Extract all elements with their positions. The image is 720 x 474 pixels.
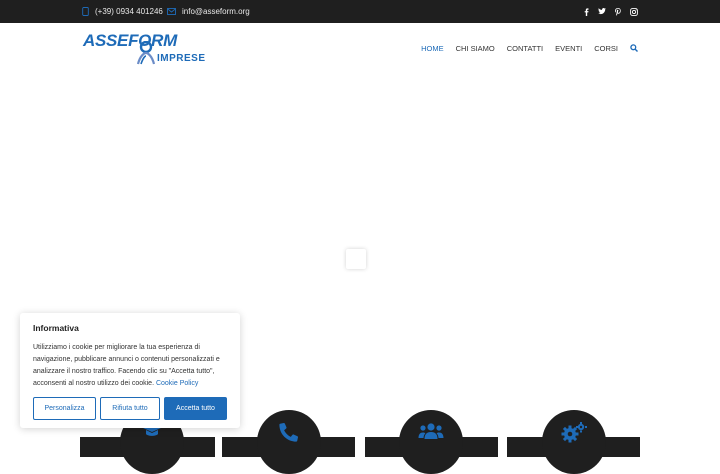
email-address: info@asseform.org <box>182 7 250 16</box>
graduation-cap-icon <box>141 422 163 474</box>
twitter-icon[interactable] <box>598 8 606 16</box>
site-header: ASSEFORM IMPRESE HOME CHI SIAMO CONTATTI… <box>0 23 720 73</box>
envelope-icon <box>167 8 176 15</box>
nav-item-home[interactable]: HOME <box>421 44 444 53</box>
search-icon[interactable] <box>630 44 638 52</box>
cookie-title: Informativa <box>33 323 79 333</box>
logo-mark-icon <box>136 41 156 65</box>
phone-contact[interactable]: (+39) 0934 401246 <box>82 0 163 23</box>
feature-circle-4 <box>542 410 606 474</box>
page-loader <box>346 249 366 269</box>
social-links <box>582 0 638 23</box>
cookie-text: Utilizziamo i cookie per migliorare la t… <box>33 342 228 390</box>
instagram-icon[interactable] <box>630 7 638 16</box>
accept-all-button[interactable]: Accetta tutto <box>164 397 227 420</box>
cogs-icon <box>561 422 587 474</box>
site-logo[interactable]: ASSEFORM IMPRESE <box>83 31 213 67</box>
logo-subtitle: IMPRESE <box>157 53 206 64</box>
nav-item-corsi[interactable]: CORSI <box>594 44 618 53</box>
feature-circle-3 <box>399 410 463 474</box>
users-icon <box>418 422 444 474</box>
nav-item-chi-siamo[interactable]: CHI SIAMO <box>456 44 495 53</box>
facebook-icon[interactable] <box>582 7 590 16</box>
email-contact[interactable]: info@asseform.org <box>167 0 250 23</box>
top-bar: (+39) 0934 401246 info@asseform.org <box>0 0 720 23</box>
nav-item-contatti[interactable]: CONTATTI <box>507 44 543 53</box>
logo-title: ASSEFORM <box>83 31 177 50</box>
phone-number: (+39) 0934 401246 <box>95 7 163 16</box>
reject-all-button[interactable]: Rifiuta tutto <box>100 397 160 420</box>
nav-item-eventi[interactable]: EVENTI <box>555 44 582 53</box>
cookie-consent-banner: Informativa Utilizziamo i cookie per mig… <box>20 313 240 428</box>
cookie-policy-link[interactable]: Cookie Policy <box>156 380 198 387</box>
cookie-actions: Personalizza Rifiuta tutto Accetta tutto <box>33 397 227 420</box>
feature-circle-2 <box>257 410 321 474</box>
pinterest-icon[interactable] <box>614 7 622 16</box>
mobile-icon <box>82 7 89 16</box>
customize-button[interactable]: Personalizza <box>33 397 96 420</box>
main-nav: HOME CHI SIAMO CONTATTI EVENTI CORSI <box>421 23 638 73</box>
phone-icon <box>279 422 299 474</box>
